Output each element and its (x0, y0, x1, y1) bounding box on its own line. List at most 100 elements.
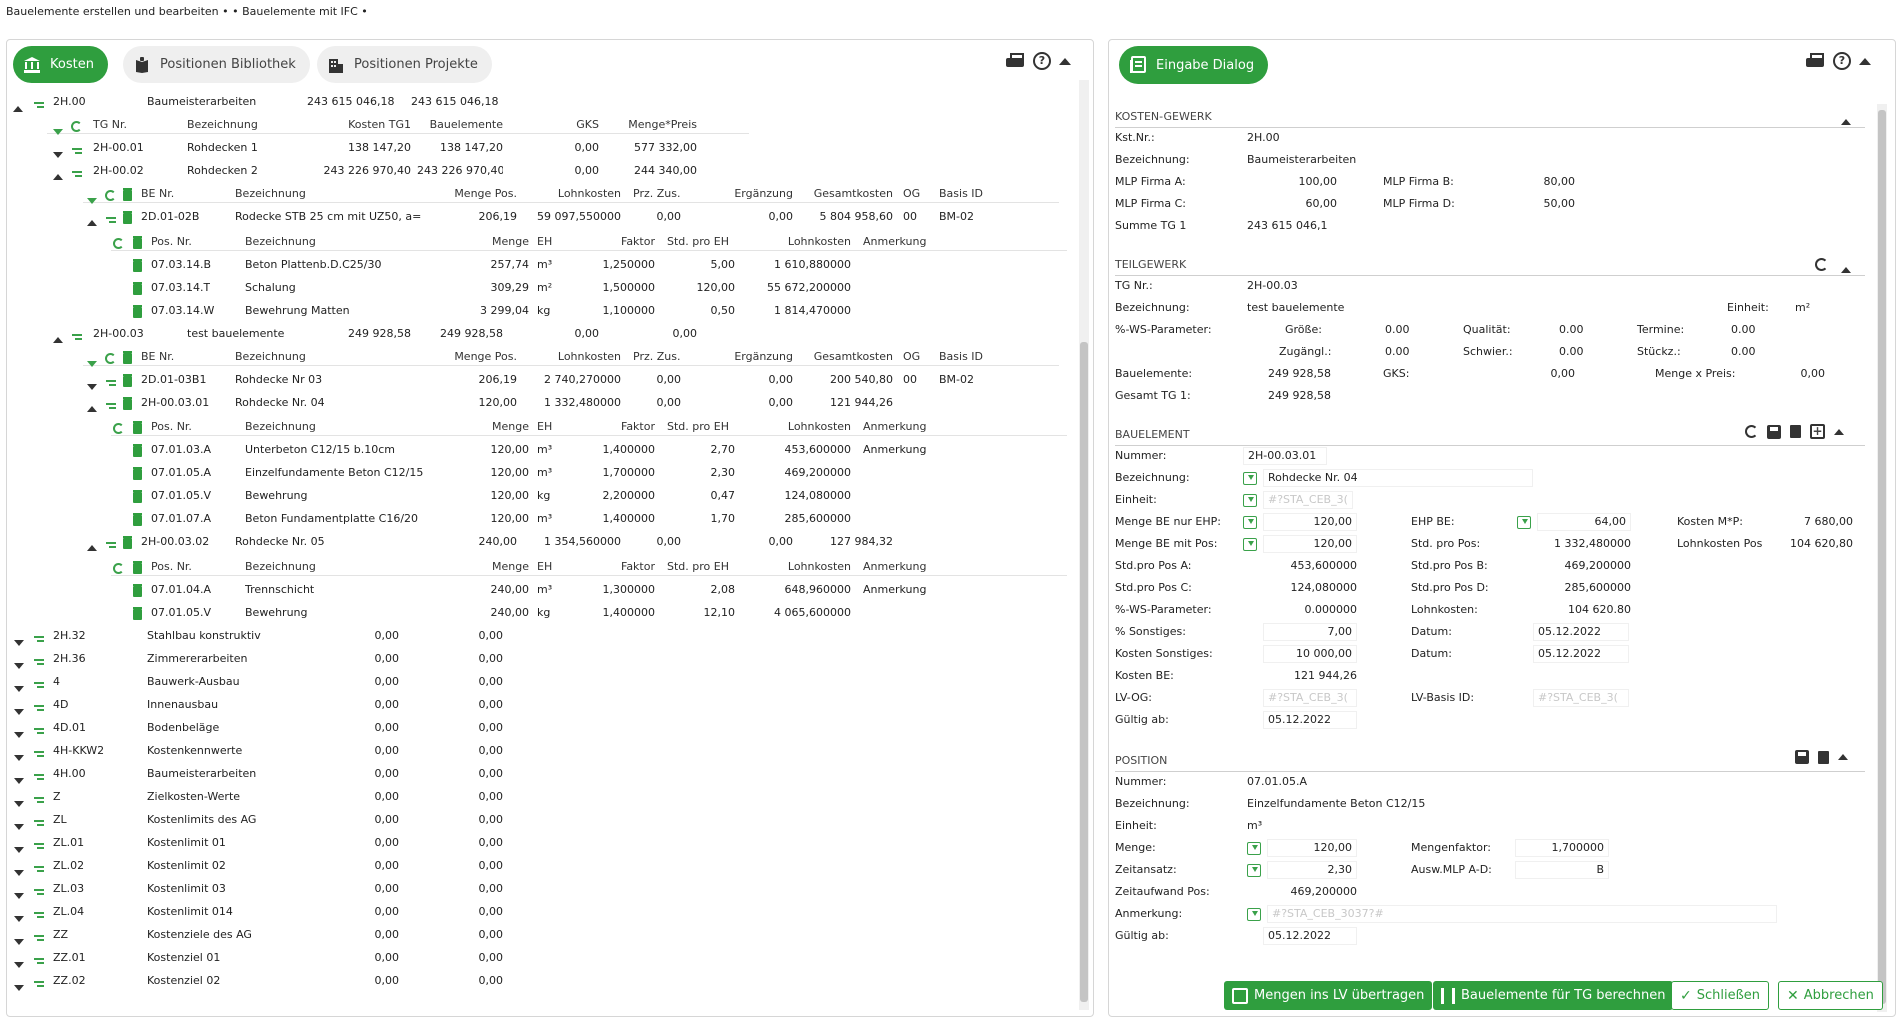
pos-row[interactable]: 07.01.05.V Bewehrung 240,00 kg 1,400000 … (111, 603, 1067, 622)
download-icon[interactable] (1243, 472, 1257, 485)
save-icon[interactable] (1767, 424, 1781, 439)
group-row[interactable]: 2H.36 Zimmererarbeiten 0,00 0,00 (7, 649, 607, 669)
tree-scrollbar[interactable] (1079, 80, 1089, 1010)
trash-icon[interactable] (133, 467, 142, 486)
add-icon[interactable]: + (1810, 424, 1825, 439)
refresh-icon[interactable] (113, 236, 124, 255)
collapse-icon[interactable] (1841, 115, 1851, 128)
anm-field[interactable]: #?STA_CEB_3037?# (1267, 905, 1777, 923)
lvog-field[interactable]: #?STA_CEB_3( (1263, 689, 1357, 707)
trash-icon[interactable] (133, 584, 142, 603)
trash-icon[interactable] (133, 259, 142, 278)
print-icon[interactable] (1005, 52, 1025, 70)
einheit-field[interactable]: #?STA_CEB_3( (1263, 491, 1353, 509)
pos-row[interactable]: 07.01.03.A Unterbeton C12/15 b.10cm 120,… (111, 440, 1067, 459)
save-icon[interactable] (1795, 750, 1809, 764)
help-icon[interactable]: ? (1033, 52, 1051, 70)
eingabe-dialog-button[interactable]: Eingabe Dialog (1119, 46, 1269, 84)
gueltig-field[interactable]: 05.12.2022 (1263, 927, 1357, 945)
be-row[interactable]: 2H-00.03.01 Rohdecke Nr. 04 120,00 1 332… (83, 393, 1059, 412)
trash-icon[interactable] (133, 444, 142, 463)
group-row[interactable]: ZZ.01 Kostenziel 01 0,00 0,00 (7, 948, 607, 968)
tg-row[interactable]: 2H-00.01 Rohdecken 1 138 147,20 138 147,… (47, 138, 749, 158)
group-row[interactable]: Z Zielkosten-Werte 0,00 0,00 (7, 787, 607, 807)
gueltig-field[interactable]: 05.12.2022 (1263, 711, 1357, 729)
group-row[interactable]: 4H.00 Baumeisterarbeiten 0,00 0,00 (7, 764, 607, 784)
chevron-up-icon[interactable] (53, 330, 63, 349)
dialog-scrollbar[interactable] (1877, 104, 1887, 1012)
group-row[interactable]: 4 Bauwerk-Ausbau 0,00 0,00 (7, 672, 607, 692)
pos-row[interactable]: 07.03.14.T Schalung 309,29 m² 1,500000 1… (111, 278, 1067, 297)
mfaktor-field[interactable]: 1,700000 (1515, 839, 1609, 857)
refresh-icon[interactable] (1815, 258, 1828, 274)
zeitansatz-field[interactable]: 2,30 (1267, 861, 1357, 879)
pos-row[interactable]: 07.01.04.A Trennschicht 240,00 m³ 1,3000… (111, 580, 1067, 599)
group-row[interactable]: ZZ.02 Kostenziel 02 0,00 0,00 (7, 971, 607, 991)
group-row[interactable]: ZL Kostenlimits des AG 0,00 0,00 (7, 810, 607, 830)
lvbasis-field[interactable]: #?STA_CEB_3( (1533, 689, 1629, 707)
download-icon[interactable] (1247, 864, 1261, 877)
download-icon[interactable] (1517, 516, 1531, 529)
group-row[interactable]: ZZ Kostenziele des AG 0,00 0,00 (7, 925, 607, 945)
nummer-field[interactable]: 2H-00.03.01 (1243, 447, 1327, 465)
group-row[interactable]: 4H-KKW2 Kostenkennwerte 0,00 0,00 (7, 741, 607, 761)
delete-icon[interactable] (1818, 750, 1829, 764)
download-icon[interactable] (1247, 908, 1261, 921)
group-row[interactable]: 2H.32 Stahlbau konstruktiv 0,00 0,00 (7, 626, 607, 646)
trash-icon[interactable] (133, 282, 142, 301)
mengen-ins-lv-button[interactable]: Mengen ins LV übertragen (1224, 981, 1433, 1010)
sonst-field[interactable]: 7,00 (1263, 623, 1357, 641)
download-icon[interactable] (1247, 842, 1261, 855)
tab-kosten[interactable]: Kosten (13, 46, 108, 83)
collapse-icon[interactable] (1059, 57, 1071, 65)
collapse-icon[interactable] (1838, 754, 1848, 760)
chevron-up-icon[interactable] (87, 538, 97, 557)
tree-scrollbar-thumb[interactable] (1080, 342, 1088, 1002)
trash-icon[interactable] (123, 211, 132, 230)
ehp-be-field[interactable]: 64,00 (1537, 513, 1631, 531)
menge-field[interactable]: 120,00 (1267, 839, 1357, 857)
bez-field[interactable]: Rohdecke Nr. 04 (1263, 469, 1533, 487)
trash-icon[interactable] (133, 421, 142, 440)
chevron-up-icon[interactable] (87, 399, 97, 418)
collapse-icon[interactable] (1859, 57, 1871, 65)
download-icon[interactable] (1243, 494, 1257, 507)
schliessen-button[interactable]: ✓ Schließen (1671, 981, 1770, 1010)
tree-root-row[interactable]: 2H.00 Baumeisterarbeiten 243 615 046,18 … (7, 92, 607, 112)
dialog-scrollbar-thumb[interactable] (1878, 110, 1886, 1004)
group-row[interactable]: 4D.01 Bodenbeläge 0,00 0,00 (7, 718, 607, 738)
refresh-icon[interactable] (113, 561, 124, 580)
refresh-icon[interactable] (71, 119, 82, 138)
trash-icon[interactable] (133, 236, 142, 255)
trash-icon[interactable] (123, 374, 132, 393)
trash-icon[interactable] (133, 305, 142, 324)
pos-row[interactable]: 07.01.07.A Beton Fundamentplatte C16/20 … (111, 509, 1067, 528)
tab-positionen-bibliothek[interactable]: Positionen Bibliothek (123, 46, 310, 83)
trash-icon[interactable] (133, 561, 142, 580)
datum1-field[interactable]: 05.12.2022 (1533, 623, 1629, 641)
trash-icon[interactable] (133, 513, 142, 532)
chevron-up-icon[interactable] (13, 99, 23, 118)
trash-icon[interactable] (123, 188, 132, 207)
refresh-icon[interactable] (113, 421, 124, 440)
abbrechen-button[interactable]: ✕ Abbrechen (1778, 981, 1883, 1010)
trash-icon[interactable] (123, 351, 132, 370)
group-row[interactable]: ZL.02 Kostenlimit 02 0,00 0,00 (7, 856, 607, 876)
pos-row[interactable]: 07.01.05.A Einzelfundamente Beton C12/15… (111, 463, 1067, 482)
pos-row[interactable]: 07.01.05.V Bewehrung 120,00 kg 2,200000 … (111, 486, 1067, 505)
download-icon[interactable] (1243, 516, 1257, 529)
group-row[interactable]: ZL.04 Kostenlimit 014 0,00 0,00 (7, 902, 607, 922)
refresh-icon[interactable] (105, 188, 116, 207)
print-icon[interactable] (1805, 52, 1825, 70)
group-row[interactable]: 4D Innenausbau 0,00 0,00 (7, 695, 607, 715)
bauelemente-berechnen-button[interactable]: Bauelemente für TG berechnen (1433, 981, 1674, 1010)
chevron-down-icon[interactable] (14, 978, 24, 997)
refresh-icon[interactable] (1745, 425, 1758, 438)
mbe-ehp-field[interactable]: 120,00 (1263, 513, 1357, 531)
group-row[interactable]: ZL.03 Kostenlimit 03 0,00 0,00 (7, 879, 607, 899)
tg-row[interactable]: 2H-00.03 test bauelemente 249 928,58 249… (47, 324, 749, 343)
tg-row[interactable]: 2H-00.02 Rohdecken 2 243 226 970,40 243 … (47, 161, 749, 180)
be-row[interactable]: 2D.01-02B Rodecke STB 25 cm mit UZ50, a=… (83, 207, 1059, 226)
collapse-icon[interactable] (1834, 428, 1844, 435)
trash-icon[interactable] (123, 397, 132, 416)
